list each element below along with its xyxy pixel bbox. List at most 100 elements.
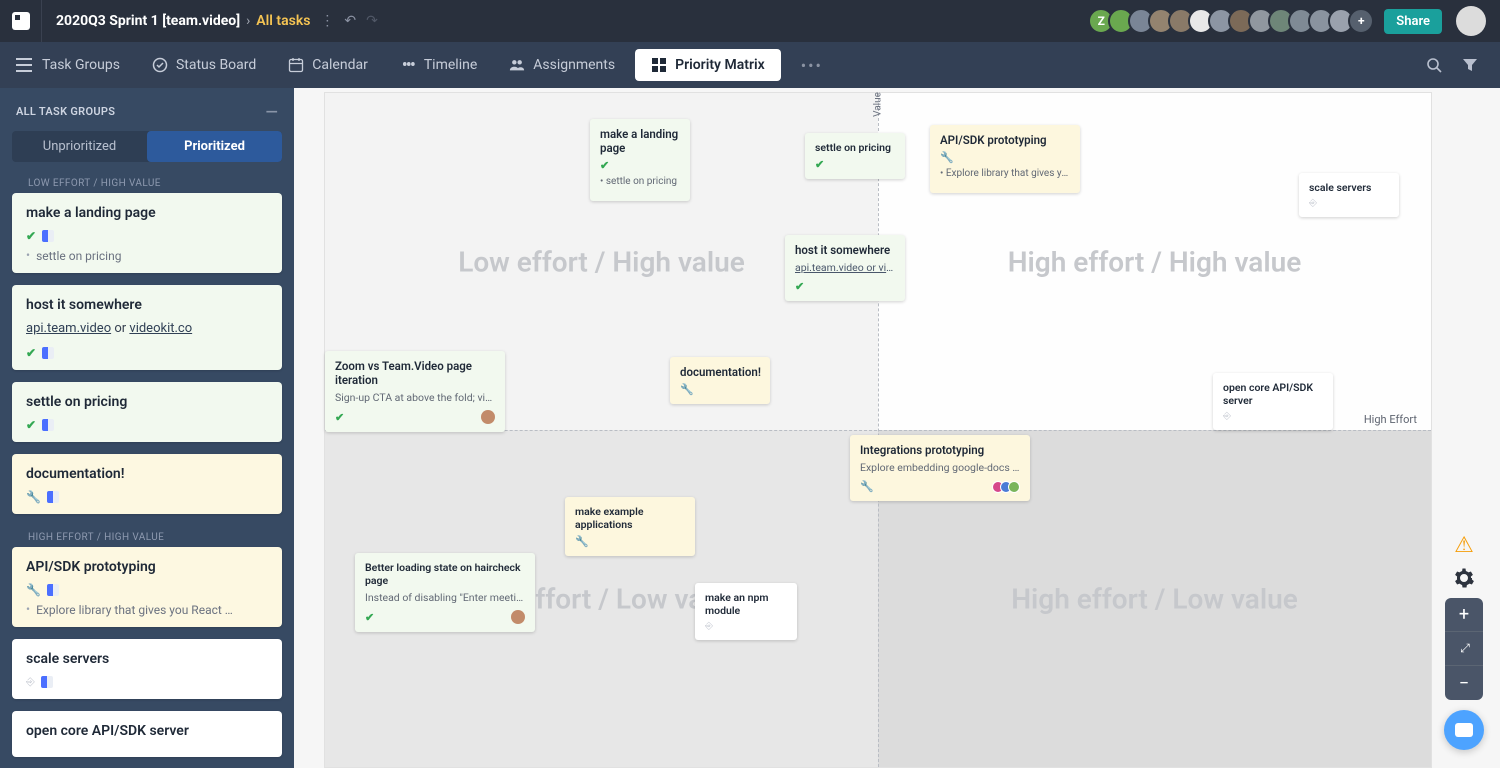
card-subtitle: api.team.video or videokit.co bbox=[795, 261, 895, 274]
card-title: make an npm module bbox=[705, 591, 787, 617]
card-title: scale servers bbox=[26, 651, 268, 667]
sidebar-heading: ALL TASK GROUPS bbox=[16, 105, 115, 118]
card-title: make a landing page bbox=[600, 127, 680, 155]
card-subtitle: api.team.video or videokit.co bbox=[26, 321, 268, 336]
seg-unprioritized[interactable]: Unprioritized bbox=[12, 131, 147, 162]
matrix-card-integrations[interactable]: Integrations prototyping Explore embeddi… bbox=[850, 435, 1030, 501]
tab-label: Timeline bbox=[424, 57, 477, 73]
card-subtitle: Instead of disabling "Enter meeting" but… bbox=[365, 591, 525, 604]
tab-task-groups[interactable]: Task Groups bbox=[0, 42, 136, 88]
redo-icon[interactable]: ↷ bbox=[366, 13, 378, 29]
card-title: settle on pricing bbox=[815, 141, 895, 154]
wrench-icon: 🔧 bbox=[575, 535, 589, 548]
wrench-icon: 🔧 bbox=[26, 583, 41, 597]
lock-icon: ⎆ bbox=[705, 621, 713, 632]
matrix-canvas[interactable]: Low effort / High value High effort / Hi… bbox=[294, 88, 1500, 768]
sidebar-card-open[interactable]: open core API/SDK server bbox=[12, 711, 282, 757]
zoom-controls: + ⤢ − bbox=[1445, 598, 1483, 700]
view-name[interactable]: All tasks bbox=[256, 13, 310, 29]
card-subtitle: Explore embedding google-docs / notion /… bbox=[860, 461, 1020, 474]
sidebar-card-docs[interactable]: documentation! 🔧 bbox=[12, 454, 282, 514]
card-title: API/SDK prototyping bbox=[940, 133, 1070, 147]
tab-assignments[interactable]: Assignments bbox=[493, 42, 631, 88]
matrix-card-scale[interactable]: scale servers ⎆ bbox=[1299, 173, 1399, 217]
check-icon: ✔ bbox=[26, 229, 36, 243]
project-title[interactable]: 2020Q3 Sprint 1 [team.video] bbox=[56, 13, 240, 29]
wrench-icon: 🔧 bbox=[26, 490, 41, 504]
chevron-right-icon: › bbox=[246, 13, 250, 29]
card-title: open core API/SDK server bbox=[1223, 381, 1323, 407]
card-subtitle: Sign-up CTA at above the fold; visual de… bbox=[335, 391, 495, 404]
check-icon: ✔ bbox=[795, 280, 804, 293]
matrix-card-npm[interactable]: make an npm module ⎆ bbox=[695, 583, 797, 640]
collaborator-avatars[interactable]: Z + bbox=[1094, 8, 1374, 34]
undo-icon[interactable]: ↶ bbox=[344, 13, 356, 29]
zoom-in-button[interactable]: + bbox=[1445, 598, 1483, 632]
tab-priority-matrix[interactable]: Priority Matrix bbox=[635, 49, 781, 81]
fit-button[interactable]: ⤢ bbox=[1445, 632, 1483, 666]
assignee-avatar bbox=[511, 610, 525, 624]
progress-icon bbox=[47, 584, 59, 596]
axis-label-high: High Effort bbox=[1364, 413, 1417, 426]
sidebar-card-landing[interactable]: make a landing page ✔ settle on pricing bbox=[12, 193, 282, 273]
group-label: HIGH EFFORT / HIGH VALUE bbox=[12, 526, 282, 547]
canvas-tools: ⚠ + ⤢ − bbox=[1444, 533, 1484, 750]
card-subtask: Explore library that gives you React … bbox=[26, 603, 268, 617]
progress-icon bbox=[41, 676, 53, 688]
assignee-stack bbox=[996, 481, 1020, 493]
sidebar-card-pricing[interactable]: settle on pricing ✔ bbox=[12, 382, 282, 442]
card-title: Better loading state on haircheck page bbox=[365, 561, 525, 587]
warning-icon[interactable]: ⚠ bbox=[1454, 533, 1474, 558]
progress-icon bbox=[47, 491, 59, 503]
tab-status-board[interactable]: Status Board bbox=[136, 42, 272, 88]
lock-icon: ⎆ bbox=[1223, 411, 1231, 422]
tab-timeline[interactable]: ••• Timeline bbox=[384, 42, 493, 88]
matrix-card-open[interactable]: open core API/SDK server ⎆ bbox=[1213, 373, 1333, 430]
timeline-icon: ••• bbox=[400, 57, 416, 73]
assignee-avatar bbox=[481, 410, 495, 424]
matrix-card-landing[interactable]: make a landing page ✔ • settle on pricin… bbox=[590, 119, 690, 201]
tab-label: Calendar bbox=[312, 57, 368, 73]
tab-more[interactable]: ••• bbox=[785, 42, 841, 88]
chat-button[interactable] bbox=[1444, 710, 1484, 750]
more-vert-icon[interactable]: ⋮ bbox=[320, 13, 334, 29]
add-collaborator-button[interactable]: + bbox=[1348, 8, 1374, 34]
tab-label: Priority Matrix bbox=[675, 57, 765, 73]
zoom-out-button[interactable]: − bbox=[1445, 666, 1483, 700]
search-icon[interactable] bbox=[1426, 57, 1442, 73]
app-logo[interactable] bbox=[0, 0, 42, 42]
check-icon: ✔ bbox=[815, 158, 824, 171]
quadrant-label: High effort / High value bbox=[878, 245, 1431, 278]
matrix-card-host[interactable]: host it somewhere api.team.video or vide… bbox=[785, 235, 905, 301]
current-user-avatar[interactable] bbox=[1456, 6, 1486, 36]
lock-icon: ⎆ bbox=[1309, 198, 1317, 209]
sidebar-card-host[interactable]: host it somewhere api.team.video or vide… bbox=[12, 285, 282, 370]
card-title: Zoom vs Team.Video page iteration bbox=[335, 359, 495, 387]
matrix-card-settle[interactable]: settle on pricing ✔ bbox=[805, 133, 905, 179]
check-icon: ✔ bbox=[365, 611, 374, 624]
collapse-icon[interactable]: — bbox=[265, 102, 278, 121]
check-icon: ✔ bbox=[26, 418, 36, 432]
calendar-icon bbox=[288, 57, 304, 73]
check-icon: ✔ bbox=[600, 159, 609, 172]
card-title: documentation! bbox=[26, 466, 268, 482]
gear-icon[interactable] bbox=[1454, 568, 1474, 588]
sidebar-card-scale[interactable]: scale servers ⎆ bbox=[12, 639, 282, 699]
wrench-icon: 🔧 bbox=[860, 480, 874, 493]
seg-prioritized[interactable]: Prioritized bbox=[147, 131, 282, 162]
matrix-card-zoom[interactable]: Zoom vs Team.Video page iteration Sign-u… bbox=[325, 351, 505, 432]
tab-label: Assignments bbox=[533, 57, 615, 73]
share-button[interactable]: Share bbox=[1384, 9, 1442, 34]
card-title: API/SDK prototyping bbox=[26, 559, 268, 575]
tab-calendar[interactable]: Calendar bbox=[272, 42, 384, 88]
sidebar-card-api[interactable]: API/SDK prototyping 🔧 Explore library th… bbox=[12, 547, 282, 627]
matrix-card-docs[interactable]: documentation! 🔧 bbox=[670, 357, 770, 404]
card-title: make a landing page bbox=[26, 205, 268, 221]
wrench-icon: 🔧 bbox=[940, 151, 954, 164]
breadcrumb: 2020Q3 Sprint 1 [team.video] › All tasks bbox=[42, 13, 310, 29]
filter-icon[interactable] bbox=[1462, 57, 1478, 73]
matrix-card-examples[interactable]: make example applications 🔧 bbox=[565, 497, 695, 556]
matrix-card-haircheck[interactable]: Better loading state on haircheck page I… bbox=[355, 553, 535, 632]
axis-label-value: Value bbox=[873, 92, 884, 117]
matrix-card-api[interactable]: API/SDK prototyping 🔧 • Explore library … bbox=[930, 125, 1080, 193]
